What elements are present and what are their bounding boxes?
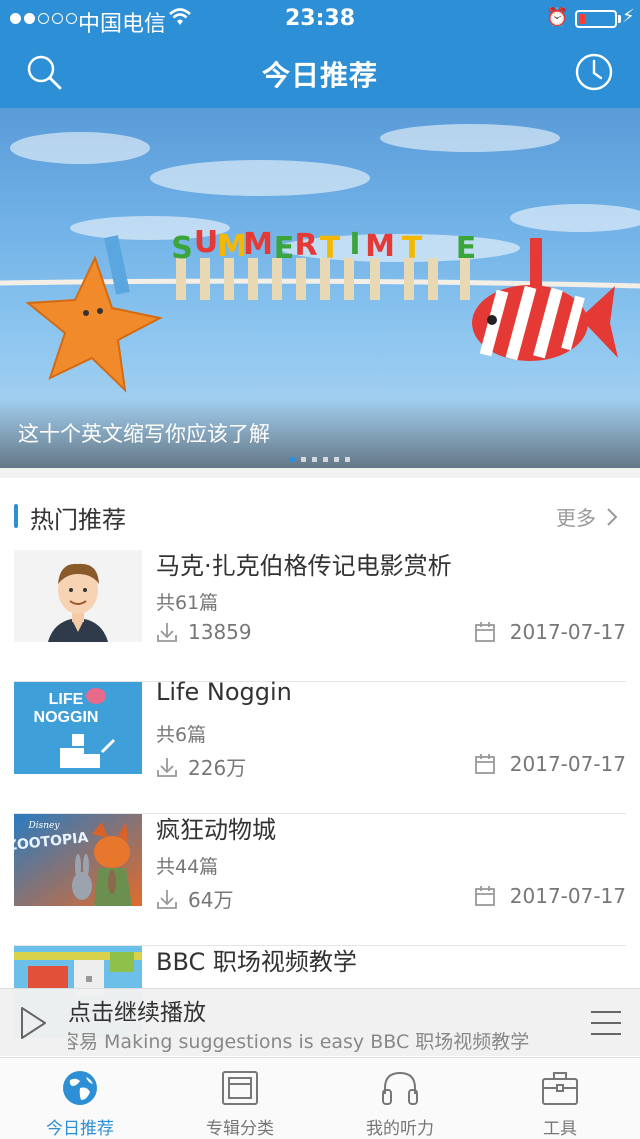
item-date: 2017-07-17 — [474, 752, 626, 776]
player-subtitle: 容易 Making suggestions is easy BBC 职场视频教学 — [68, 1031, 530, 1053]
svg-text:M: M — [365, 229, 395, 264]
banner-carousel[interactable]: S U M M E R T I M E T 这十个英文缩写你应该了解 — [0, 108, 640, 468]
hot-recommend-section: 热门推荐 更多 马克·扎克伯格传记电影赏析 共61篇 13859 2017-07… — [0, 478, 640, 1058]
item-count: 共6篇 — [156, 724, 207, 746]
charging-icon: ⚡ — [622, 6, 635, 27]
carousel-dot[interactable] — [345, 457, 350, 462]
svg-text:I: I — [349, 227, 360, 262]
svg-text:E: E — [456, 231, 477, 266]
toolbox-icon — [542, 1072, 578, 1105]
download-icon — [157, 757, 177, 777]
carousel-dot-active[interactable] — [290, 457, 295, 462]
tab-label: 我的听力 — [366, 1119, 434, 1139]
mini-player[interactable]: 点击继续播放 容易 Making suggestions is easy BBC… — [0, 988, 640, 1056]
calendar-icon — [474, 622, 495, 642]
thumb-logo-text-1: LIFE — [49, 691, 84, 708]
tab-tools[interactable]: 工具 — [480, 1058, 640, 1139]
headphones-icon — [382, 1071, 418, 1105]
more-link[interactable]: 更多 — [556, 502, 618, 531]
carousel-dot[interactable] — [323, 457, 328, 462]
item-count: 共44篇 — [156, 856, 219, 878]
svg-text:E: E — [274, 231, 295, 266]
section-title: 热门推荐 — [30, 506, 126, 534]
nav-bar: 今日推荐 — [0, 40, 640, 108]
calendar-icon — [474, 886, 495, 906]
thumb-logo-text-2: NOGGIN — [34, 709, 99, 726]
item-thumbnail — [14, 550, 142, 642]
thumb-brand-text: Disney — [28, 821, 61, 831]
download-count: 226万 — [188, 756, 247, 780]
carousel-dots — [0, 457, 640, 462]
carousel-dot[interactable] — [334, 457, 339, 462]
chevron-right-icon — [607, 507, 618, 526]
alarm-icon: ⏰ — [546, 7, 569, 28]
item-title: Life Noggin — [156, 678, 292, 706]
date-text: 2017-07-17 — [509, 620, 626, 644]
tab-label: 专辑分类 — [206, 1119, 274, 1139]
page-title: 今日推荐 — [261, 59, 378, 92]
svg-text:M: M — [243, 227, 273, 262]
svg-text:T: T — [320, 231, 341, 266]
status-time: 23:38 — [284, 6, 356, 31]
status-bar: 中国电信 23:38 ⏰ ⚡ — [0, 0, 640, 40]
download-icon — [157, 889, 177, 909]
list-item[interactable]: 马克·扎克伯格传记电影赏析 共61篇 13859 2017-07-17 — [0, 550, 640, 682]
tab-label: 工具 — [543, 1119, 577, 1139]
download-count: 64万 — [188, 888, 234, 912]
carousel-dot[interactable] — [312, 457, 317, 462]
carousel-dot[interactable] — [301, 457, 306, 462]
section-header: 热门推荐 更多 — [0, 478, 640, 550]
svg-text:S: S — [171, 231, 193, 266]
section-accent-bar — [14, 504, 18, 528]
svg-text:R: R — [294, 228, 317, 263]
item-count: 共61篇 — [156, 592, 219, 614]
item-thumbnail: LIFE NOGGIN — [14, 682, 142, 774]
play-icon[interactable] — [18, 1005, 48, 1041]
calendar-icon — [474, 754, 495, 774]
svg-text:T: T — [402, 231, 423, 266]
svg-text:U: U — [194, 225, 218, 260]
player-title: 点击继续播放 — [68, 1000, 206, 1026]
tab-recommend[interactable]: 今日推荐 — [0, 1058, 160, 1139]
item-title: BBC 职场视频教学 — [156, 948, 357, 976]
tab-label: 今日推荐 — [46, 1119, 114, 1139]
list-item[interactable]: Disney ZOOTOPIA 疯狂动物城 共44篇 64万 2017-07-1… — [0, 814, 640, 946]
tab-my-listening[interactable]: 我的听力 — [320, 1058, 480, 1139]
item-date: 2017-07-17 — [474, 884, 626, 908]
playlist-menu-icon[interactable] — [590, 1009, 622, 1037]
download-icon — [157, 623, 177, 642]
download-count: 13859 — [188, 620, 252, 644]
item-downloads: 13859 — [156, 620, 252, 644]
date-text: 2017-07-17 — [509, 752, 626, 776]
tab-bar: 今日推荐 专辑分类 我的听力 工具 — [0, 1057, 640, 1139]
more-label: 更多 — [556, 506, 596, 530]
album-icon — [222, 1071, 258, 1105]
player-subtitle-marquee: 容易 Making suggestions is easy BBC 职场视频教学 — [68, 1027, 572, 1054]
item-title: 马克·扎克伯格传记电影赏析 — [156, 552, 452, 580]
battery-icon — [575, 10, 617, 28]
globe-icon — [63, 1071, 97, 1105]
date-text: 2017-07-17 — [509, 884, 626, 908]
battery-tip — [618, 15, 621, 23]
item-thumbnail: Disney ZOOTOPIA — [14, 814, 142, 906]
item-date: 2017-07-17 — [474, 620, 626, 644]
history-clock-icon[interactable] — [574, 52, 614, 92]
tab-album[interactable]: 专辑分类 — [160, 1058, 320, 1139]
list-item[interactable]: LIFE NOGGIN Life Noggin 共6篇 226万 2017-07… — [0, 678, 640, 814]
banner-caption: 这十个英文缩写你应该了解 — [18, 422, 270, 446]
item-downloads: 226万 — [156, 752, 246, 781]
item-downloads: 64万 — [156, 884, 233, 913]
item-title: 疯狂动物城 — [156, 816, 276, 844]
